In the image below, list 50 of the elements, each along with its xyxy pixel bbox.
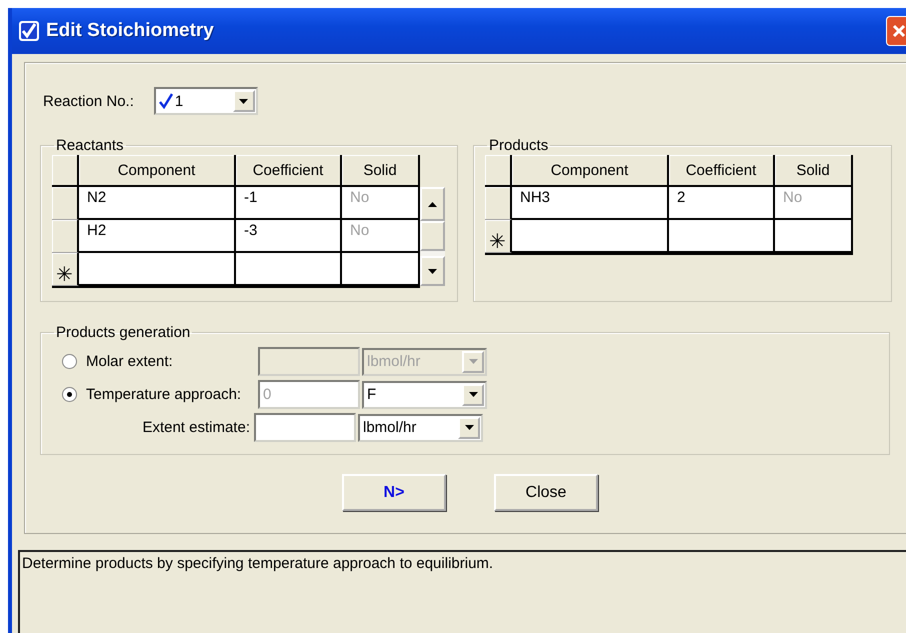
unit-dropdown[interactable]: F (362, 380, 487, 408)
table-cell: No (775, 187, 853, 220)
checkmark-icon (158, 93, 173, 109)
caret-icon (468, 392, 478, 397)
table-cell: N2 (79, 187, 236, 220)
column-header[interactable]: Component (512, 155, 669, 187)
table-cell: No (342, 187, 420, 220)
row-selector[interactable] (52, 220, 79, 253)
caret-icon (464, 425, 474, 430)
table-cell: H2 (79, 220, 236, 253)
column-header[interactable]: Solid (342, 155, 420, 187)
checkmark-icon (18, 20, 40, 42)
column-header[interactable]: Solid (775, 155, 853, 187)
table-cell: NH3 (512, 187, 669, 220)
column-header (485, 155, 512, 187)
status-text: Determine products by specifying temperature approach to equilibrium. (22, 555, 494, 572)
next-button[interactable]: N> (342, 474, 446, 511)
option-label: Temperature approach: (86, 386, 242, 403)
table-cell: 2 (669, 187, 775, 220)
column-header[interactable]: Component (79, 155, 236, 187)
table-cell: No (342, 220, 420, 253)
new-row-marker: ✳ (485, 220, 512, 253)
unit-dropdown[interactable]: lbmol/hr (358, 414, 483, 442)
close-icon (892, 24, 906, 38)
reaction-label: Reaction No.: (43, 92, 134, 110)
caret-icon (239, 98, 248, 104)
reaction-dropdown[interactable]: 1 (154, 87, 258, 115)
radio-button[interactable] (62, 387, 77, 402)
group-title: Products generation (55, 324, 192, 341)
column-header[interactable]: Coefficient (669, 155, 775, 187)
caret-icon (468, 359, 478, 364)
window-title: Edit Stoichiometry (46, 20, 215, 42)
input-field[interactable] (254, 413, 356, 442)
close-button[interactable]: Close (494, 474, 598, 511)
column-header (52, 155, 79, 187)
table-cell: -1 (236, 187, 342, 220)
close-button[interactable] (886, 16, 906, 46)
row-selector[interactable] (52, 187, 79, 220)
new-row-marker: ✳ (52, 253, 79, 286)
row-selector[interactable] (485, 187, 512, 220)
column-header[interactable]: Coefficient (236, 155, 342, 187)
extent-estimate-label: Extent estimate: (142, 419, 250, 436)
input-field[interactable]: 0 (258, 380, 360, 409)
up-arrow-icon (428, 202, 437, 206)
group-title: Reactants (55, 137, 125, 154)
caret-icon (428, 268, 437, 274)
scrollbar[interactable] (420, 187, 445, 286)
option-label: Molar extent: (86, 353, 173, 370)
table-cell: -3 (236, 220, 342, 253)
group-title: Products (488, 137, 550, 154)
